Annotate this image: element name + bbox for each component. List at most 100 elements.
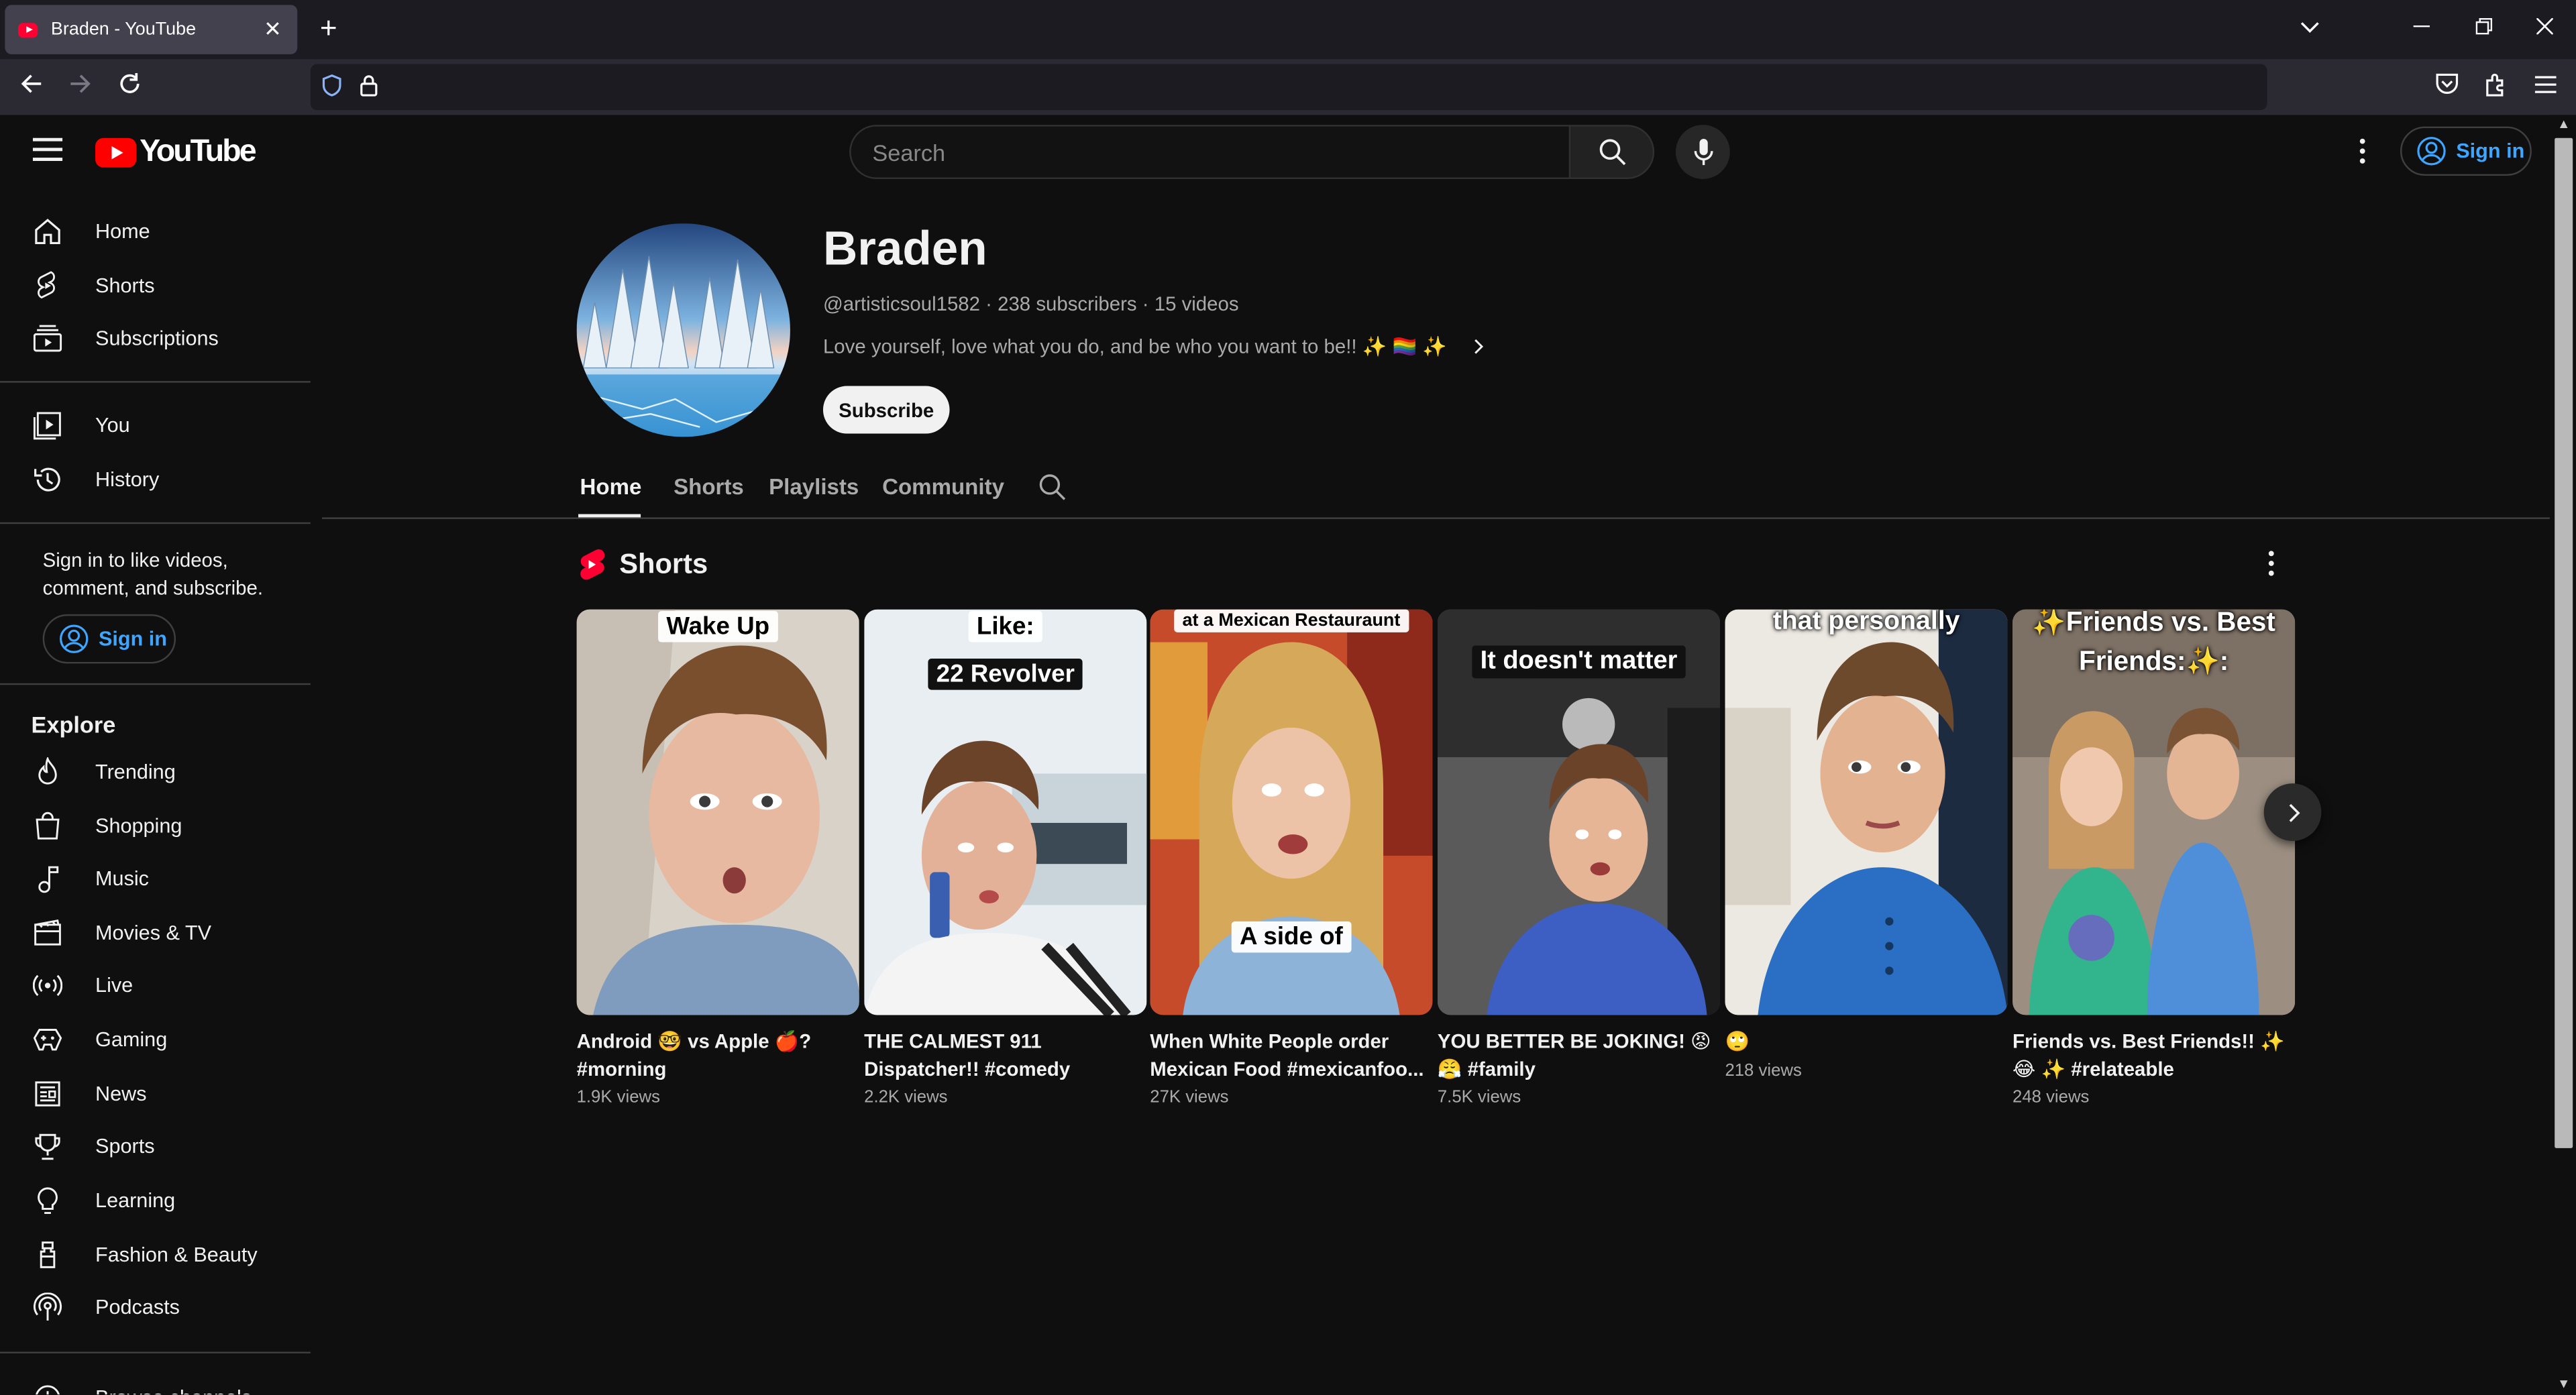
reload-button[interactable] <box>115 72 144 104</box>
search-button[interactable] <box>1568 125 1655 179</box>
sidebar-item-shopping[interactable]: Shopping <box>0 800 311 852</box>
short-views: 218 views <box>1725 1061 1802 1081</box>
sidebar-item-label: History <box>95 467 160 492</box>
shorts-next-button[interactable] <box>2263 783 2322 841</box>
short-card[interactable]: at a Mexican Restauraunt A side of When … <box>1150 609 1433 1107</box>
back-button[interactable] <box>16 72 46 104</box>
short-title[interactable]: THE CALMEST 911 Dispatcher!! #comedy <box>864 1028 1146 1084</box>
tab-home[interactable]: Home <box>580 475 641 500</box>
sidebar-item-you[interactable]: You <box>0 399 311 451</box>
channel-description-text: Love yourself, love what you do, and be … <box>822 335 1447 358</box>
scroll-up-arrow-icon[interactable]: ▲ <box>2553 117 2575 133</box>
short-card[interactable]: It doesn't matter YOU BETTER BE JOKING! … <box>1437 609 1721 1107</box>
channel-avatar[interactable] <box>576 223 790 437</box>
channel-search-icon[interactable] <box>1038 473 1067 501</box>
short-thumbnail[interactable]: Wake Up <box>576 609 859 1015</box>
minimize-window-button[interactable] <box>2408 15 2434 41</box>
restore-window-button[interactable] <box>2471 15 2497 41</box>
extensions-icon[interactable] <box>2481 72 2510 105</box>
browse-channels-icon <box>36 1385 60 1395</box>
channel-description[interactable]: Love yourself, love what you do, and be … <box>823 335 1487 358</box>
channel-handle: @artisticsoul1582 <box>822 292 980 316</box>
sidebar-item-movies-tv[interactable]: Movies & TV <box>0 907 311 959</box>
short-card[interactable]: that personally 🙄 218 views <box>1725 609 2008 1081</box>
short-views: 7.5K views <box>1437 1087 1521 1107</box>
masthead-sign-in-button[interactable]: Sign in <box>2400 126 2532 176</box>
sidebar-item-history[interactable]: History <box>0 453 311 506</box>
short-views: 1.9K views <box>576 1087 660 1107</box>
sports-icon <box>35 1133 60 1160</box>
meta-separator: · <box>1136 292 1155 316</box>
shorts-more-icon[interactable] <box>2257 549 2286 578</box>
sidebar-item-podcasts[interactable]: Podcasts <box>0 1281 311 1333</box>
active-tab-indicator <box>578 514 641 518</box>
short-thumbnail[interactable]: that personally <box>1725 609 2008 1015</box>
account-circle-icon <box>60 624 89 653</box>
sidebar-item-label: Browse channels <box>95 1386 252 1394</box>
scrollbar-thumb[interactable] <box>2555 137 2573 1148</box>
sidebar-item-label: Live <box>95 974 133 997</box>
address-bar[interactable] <box>310 64 2267 111</box>
short-thumbnail[interactable]: Like: 22 Revolver <box>864 609 1147 1015</box>
thumbnail-caption: It doesn't matter <box>1472 645 1686 679</box>
browser-tab[interactable]: Braden - YouTube ✕ <box>5 5 298 54</box>
browser-tab-bar: Braden - YouTube ✕ + <box>0 0 2576 60</box>
sidebar-item-fashion-beauty[interactable]: Fashion & Beauty <box>0 1229 311 1281</box>
short-thumbnail[interactable]: at a Mexican Restauraunt A side of <box>1150 609 1433 1015</box>
short-title[interactable]: Friends vs. Best Friends!! ✨😂 ✨ #relatea… <box>2012 1028 2295 1084</box>
lock-icon[interactable] <box>360 74 378 103</box>
sidebar-item-learning[interactable]: Learning <box>0 1174 311 1227</box>
sidebar-item-gaming[interactable]: Gaming <box>0 1013 311 1066</box>
voice-search-button[interactable] <box>1675 125 1730 179</box>
tab-community[interactable]: Community <box>882 475 1004 500</box>
short-title[interactable]: When White People order Mexican Food #me… <box>1150 1028 1432 1084</box>
shorts-logo-icon <box>580 549 605 580</box>
thumbnail-caption: Like: <box>968 611 1042 643</box>
forward-button[interactable] <box>66 72 95 104</box>
subscribe-button[interactable]: Subscribe <box>822 386 950 434</box>
sidebar-item-news[interactable]: News <box>0 1068 311 1120</box>
settings-more-button[interactable] <box>2346 135 2379 168</box>
masthead-sign-in-label: Sign in <box>2456 140 2525 163</box>
browser-nav-bar <box>0 59 2576 115</box>
meta-separator: · <box>979 292 998 316</box>
app-menu-icon[interactable] <box>2530 72 2559 102</box>
channel-name: Braden <box>822 223 987 276</box>
sidebar-sign-in-button[interactable]: Sign in <box>42 614 176 664</box>
close-window-button[interactable] <box>2532 15 2558 41</box>
guide-menu-button[interactable] <box>32 137 63 164</box>
tab-playlists[interactable]: Playlists <box>769 475 859 500</box>
shield-icon[interactable] <box>322 74 341 103</box>
scroll-down-arrow-icon[interactable]: ▼ <box>2553 1376 2575 1392</box>
sidebar-item-trending[interactable]: Trending <box>0 746 311 798</box>
short-card[interactable]: ✨Friends vs. Best Friends:✨: Friends vs.… <box>2012 609 2296 1107</box>
sidebar-item-subscriptions[interactable]: Subscriptions <box>0 312 311 364</box>
tab-shorts[interactable]: Shorts <box>674 475 744 500</box>
vertical-dots-icon <box>2359 138 2365 164</box>
close-tab-button[interactable]: ✕ <box>261 16 284 42</box>
short-thumbnail[interactable]: ✨Friends vs. Best Friends:✨: <box>2012 609 2296 1015</box>
short-title[interactable]: YOU BETTER BE JOKING! 😡😤 #family <box>1438 1028 1720 1084</box>
short-views: 2.2K views <box>864 1087 948 1107</box>
gaming-icon <box>33 1029 62 1051</box>
sidebar-item-label: Music <box>95 867 150 891</box>
sidebar-divider <box>0 381 311 383</box>
short-title[interactable]: Android 🤓 vs Apple 🍎? #morning <box>577 1028 859 1084</box>
sidebar-item-sports[interactable]: Sports <box>0 1120 311 1172</box>
sidebar-item-home[interactable]: Home <box>0 205 311 258</box>
sidebar-item-shorts[interactable]: Shorts <box>0 260 311 312</box>
shorts-icon <box>38 271 55 299</box>
short-card[interactable]: Wake Up Android 🤓 vs Apple 🍎? #morning 1… <box>576 609 859 1107</box>
youtube-logo[interactable]: YouTube <box>95 135 257 171</box>
pocket-icon[interactable] <box>2432 72 2461 104</box>
news-icon <box>35 1081 60 1107</box>
sidebar-item-browse-channels[interactable]: Browse channels <box>0 1372 311 1395</box>
sidebar-item-music[interactable]: Music <box>0 852 311 905</box>
thumbnail-caption: ✨Friends vs. Best <box>2032 609 2275 638</box>
list-tabs-button[interactable] <box>2297 15 2323 41</box>
search-input[interactable] <box>851 126 1569 178</box>
sidebar-item-live[interactable]: Live <box>0 959 311 1011</box>
short-thumbnail[interactable]: It doesn't matter <box>1437 609 1721 1015</box>
short-card[interactable]: Like: 22 Revolver THE CALMEST 911 Dispat… <box>864 609 1147 1107</box>
new-tab-button[interactable]: + <box>315 13 341 43</box>
